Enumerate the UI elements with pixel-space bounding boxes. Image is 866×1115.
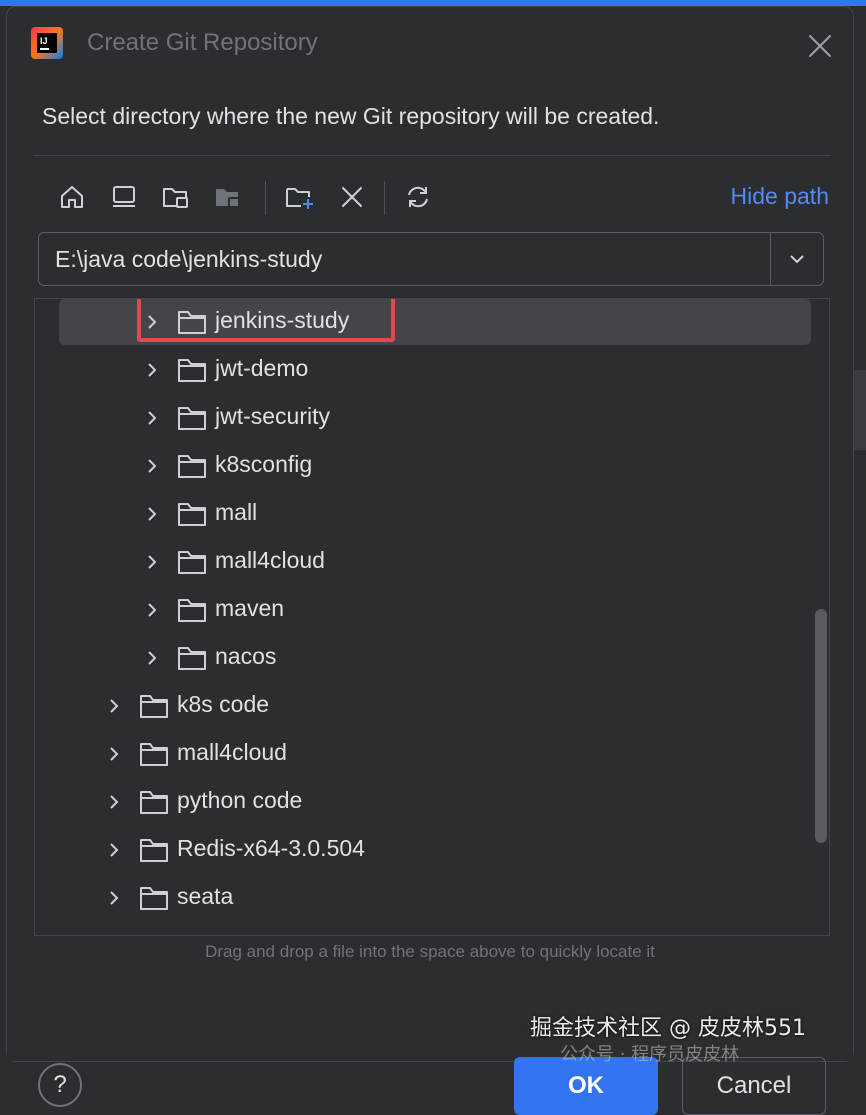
dialog-body: Select directory where the new Git repos… [7, 85, 853, 1115]
folder-icon [139, 789, 169, 815]
selection-highlight [59, 299, 811, 345]
desktop-icon[interactable] [104, 177, 144, 217]
watermark-subtext: 公众号 · 程序员皮皮林 [560, 1044, 740, 1065]
tree-row[interactable]: jenkins-study [35, 299, 829, 347]
tree-row[interactable]: nacos [35, 635, 829, 683]
chevron-right-icon[interactable] [143, 360, 161, 380]
folder-icon [177, 357, 207, 383]
tree-item-label: k8sconfig [215, 451, 313, 477]
tree-row[interactable]: maven [35, 587, 829, 635]
folder-icon [139, 693, 169, 719]
tree-item-label: mall4cloud [215, 547, 325, 573]
folder-icon [177, 453, 207, 479]
tree-row[interactable]: mall4cloud [35, 731, 829, 779]
home-icon[interactable] [52, 177, 92, 217]
chevron-right-icon[interactable] [143, 456, 161, 476]
refresh-icon[interactable] [398, 177, 438, 217]
folder-icon [177, 309, 207, 335]
module-folder-icon[interactable] [208, 177, 248, 217]
tree-row[interactable]: mall [35, 491, 829, 539]
tree-item-label: mall [215, 499, 258, 525]
chevron-right-icon[interactable] [105, 696, 123, 716]
chevron-right-icon[interactable] [143, 648, 161, 668]
tree-item-label: jenkins-study [215, 307, 350, 333]
tree-item-label: maven [215, 595, 285, 621]
tree-item-label: seata [177, 883, 234, 909]
tree-row[interactable]: jwt-demo [35, 347, 829, 395]
chevron-right-icon[interactable] [105, 888, 123, 908]
project-folder-icon[interactable] [156, 177, 196, 217]
tree-row[interactable]: Redis-x64-3.0.504 [35, 827, 829, 875]
hide-path-link[interactable]: Hide path [731, 183, 829, 210]
tree-item-label: mall4cloud [177, 739, 287, 765]
path-input[interactable]: E:\java code\jenkins-study [55, 233, 755, 285]
vertical-scrollbar[interactable] [815, 609, 827, 843]
intellij-idea-icon: IJ [31, 27, 63, 59]
folder-icon [139, 837, 169, 863]
tree-item-label: Redis-x64-3.0.504 [177, 835, 365, 861]
folder-icon [177, 597, 207, 623]
chevron-right-icon[interactable] [105, 792, 123, 812]
tree-row[interactable]: mall4cloud [35, 539, 829, 587]
folder-icon [177, 405, 207, 431]
chevron-right-icon[interactable] [143, 600, 161, 620]
new-folder-icon[interactable] [280, 177, 320, 217]
close-icon[interactable] [807, 33, 833, 59]
create-git-repository-dialog: IJ Create Git Repository Select director… [6, 6, 854, 1115]
folder-icon [139, 741, 169, 767]
chevron-right-icon[interactable] [143, 408, 161, 428]
chevron-right-icon[interactable] [105, 744, 123, 764]
tree-item-label: python code [177, 787, 303, 813]
chevron-right-icon[interactable] [143, 312, 161, 332]
toolbar-separator [384, 181, 385, 215]
toolbar-separator [265, 181, 266, 215]
help-button[interactable]: ? [38, 1063, 82, 1107]
tree-row[interactable]: seata [35, 875, 829, 923]
folder-icon [177, 549, 207, 575]
folder-icon [139, 885, 169, 911]
tree-item-label: jwt-demo [215, 355, 309, 381]
chevron-right-icon[interactable] [105, 840, 123, 860]
delete-icon[interactable] [332, 177, 372, 217]
dialog-title: Create Git Repository [87, 29, 318, 56]
tree-item-label: k8s code [177, 691, 270, 717]
dialog-titlebar: IJ Create Git Repository [7, 7, 853, 85]
svg-text:IJ: IJ [40, 36, 48, 46]
drag-drop-hint: Drag and drop a file into the space abov… [205, 942, 655, 961]
tree-row[interactable]: python code [35, 779, 829, 827]
chevron-right-icon[interactable] [143, 504, 161, 524]
path-combobox[interactable]: E:\java code\jenkins-study [38, 232, 824, 286]
directory-tree[interactable]: jenkins-study jwt-demo jwt-security k8sconf… [34, 298, 830, 936]
tree-row[interactable]: k8s code [35, 683, 829, 731]
tree-row[interactable]: k8sconfig [35, 443, 829, 491]
file-chooser-toolbar: Hide path [52, 173, 833, 219]
folder-icon [177, 501, 207, 527]
tree-row[interactable]: jwt-security [35, 395, 829, 443]
tree-item-label: jwt-security [215, 403, 331, 429]
chevron-right-icon[interactable] [143, 552, 161, 572]
instruction-text: Select directory where the new Git repos… [42, 103, 660, 129]
folder-icon [177, 645, 207, 671]
chevron-down-icon[interactable] [771, 233, 823, 285]
tree-item-label: nacos [215, 643, 277, 669]
separator [33, 155, 831, 156]
watermark-text: 掘金技术社区 @ 皮皮林551 [530, 1016, 806, 1041]
